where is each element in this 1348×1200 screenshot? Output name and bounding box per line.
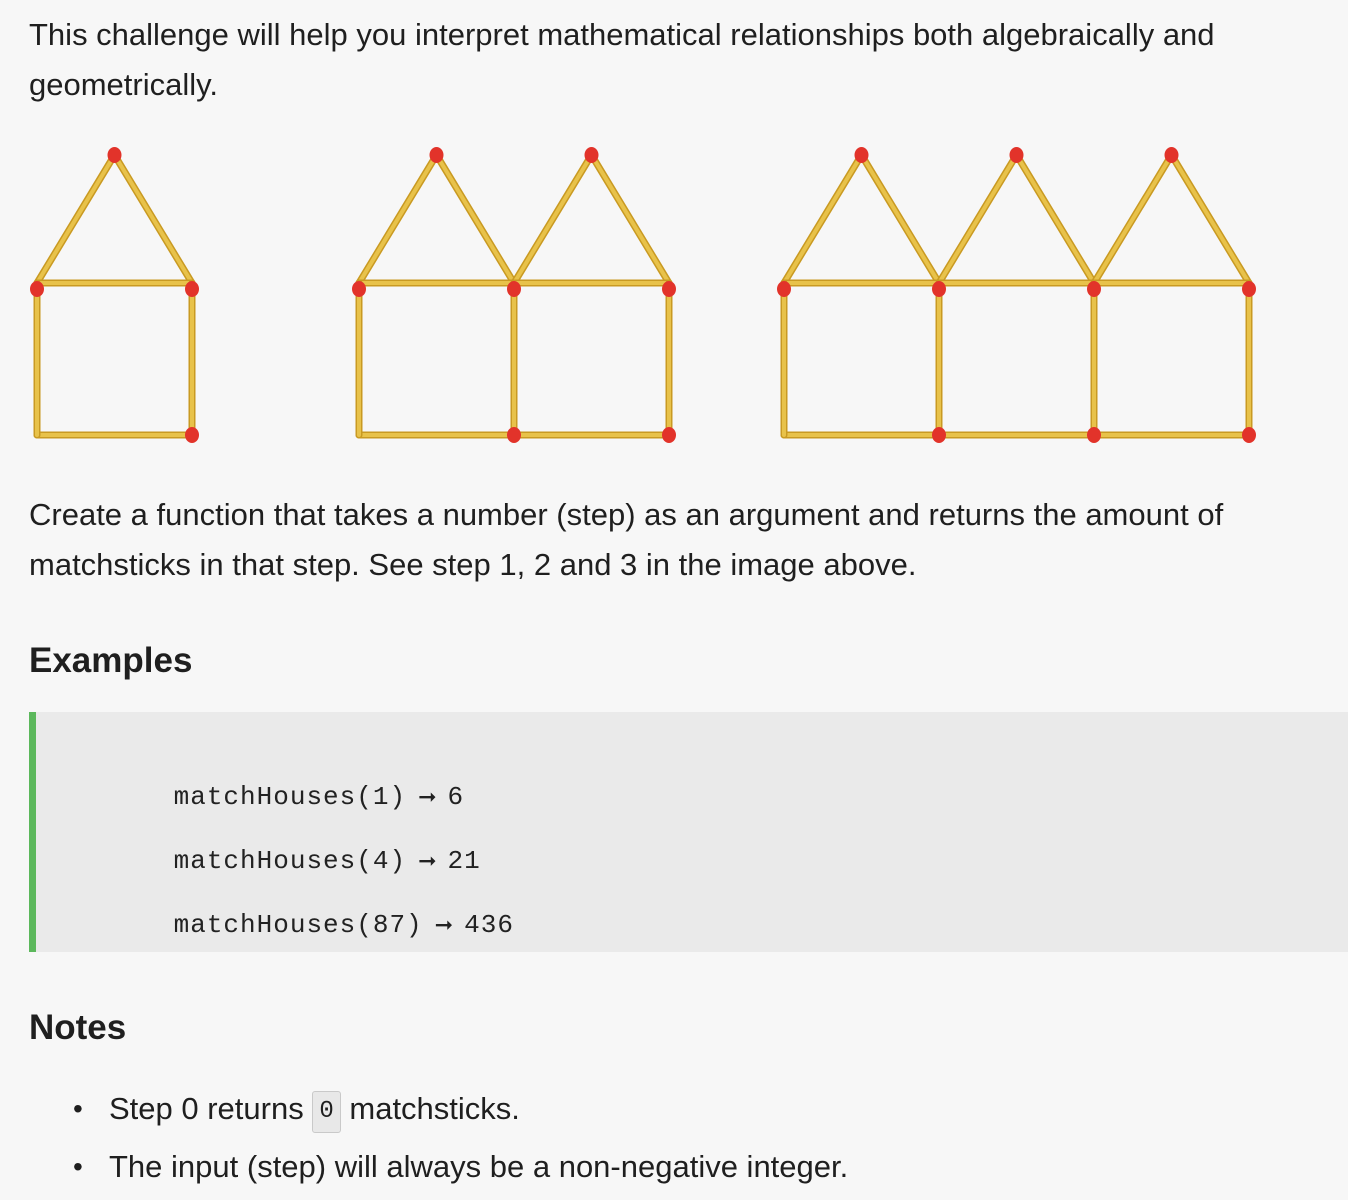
- match-head: [1242, 427, 1256, 443]
- match-head: [932, 281, 946, 297]
- notes-list: • Step 0 returns 0 matchsticks. • The in…: [29, 1083, 848, 1199]
- match-head: [1087, 281, 1101, 297]
- match-head: [1164, 147, 1179, 163]
- match-head: [662, 427, 676, 443]
- matchstick: [1169, 153, 1251, 285]
- match-head: [429, 147, 444, 163]
- matchstick-houses-figure: [30, 147, 1256, 443]
- match-head: [932, 427, 946, 443]
- examples-heading: Examples: [29, 641, 193, 680]
- intro-paragraph: This challenge will help you interpret m…: [29, 17, 1215, 102]
- example-result: 21: [447, 846, 481, 876]
- match-head: [1009, 147, 1024, 163]
- notes-heading: Notes: [29, 1008, 127, 1047]
- matchstick: [434, 153, 516, 285]
- arrow-icon: ➞: [418, 849, 438, 874]
- matchstick: [1092, 153, 1174, 285]
- example-result: 436: [464, 910, 514, 940]
- example-call: matchHouses(1): [173, 782, 407, 812]
- matchstick: [112, 153, 194, 285]
- bullet-icon: •: [73, 1093, 83, 1124]
- note-text-after: matchsticks.: [349, 1091, 520, 1126]
- match-head: [662, 281, 676, 297]
- match-head: [352, 281, 366, 297]
- arrow-icon: ➞: [434, 913, 455, 938]
- match-head: [185, 427, 199, 443]
- bullet-icon: •: [73, 1151, 83, 1182]
- matchstick: [937, 153, 1019, 285]
- match-head: [1087, 427, 1101, 443]
- note-text: The input (step) will always be a non-ne…: [109, 1149, 849, 1184]
- match-head: [854, 147, 869, 163]
- examples-code-block: matchHouses(1) ➞ 6 matchHouses(4) ➞ 21 match…: [29, 712, 1348, 952]
- arrow-icon: ➞: [418, 785, 438, 810]
- description-paragraph: Create a function that takes a number (s…: [29, 497, 1224, 582]
- example-call: matchHouses(87): [173, 910, 423, 940]
- matchstick: [357, 153, 439, 285]
- example-call: matchHouses(4): [173, 846, 407, 876]
- matchstick: [859, 153, 941, 285]
- inline-code: 0: [312, 1091, 341, 1133]
- matchstick: [589, 153, 671, 285]
- note-item: • The input (step) will always be a non-…: [29, 1141, 848, 1199]
- match-head: [507, 281, 521, 297]
- matchstick: [35, 153, 117, 285]
- note-item: • Step 0 returns 0 matchsticks.: [29, 1083, 848, 1141]
- match-head: [185, 281, 199, 297]
- matchstick: [782, 153, 864, 285]
- example-line: matchHouses(87) ➞ 436: [74, 880, 514, 970]
- example-result: 6: [447, 782, 465, 812]
- match-head: [584, 147, 599, 163]
- note-text-before: Step 0 returns: [109, 1091, 304, 1126]
- match-head: [507, 427, 521, 443]
- matchstick: [1014, 153, 1096, 285]
- match-head: [1242, 281, 1256, 297]
- matchstick: [512, 153, 594, 285]
- match-head: [30, 281, 44, 297]
- match-head: [777, 281, 791, 297]
- match-head: [107, 147, 122, 163]
